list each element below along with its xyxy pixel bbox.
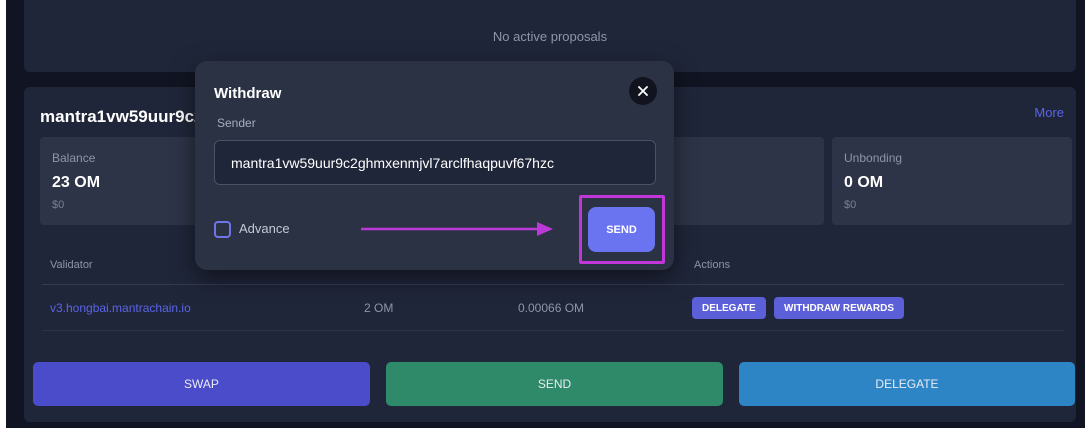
advance-label: Advance [239,221,290,236]
no-proposals-text: No active proposals [492,28,608,44]
sender-field[interactable]: mantra1vw59uur9c2ghmxenmjvl7arclfhaqpuvf… [214,140,656,185]
balance-label: Balance [52,151,96,165]
delegate-chip-button[interactable]: DELEGATE [692,297,766,319]
arrow-annotation-icon [361,222,553,236]
staked-card: 1 [664,137,824,225]
unbonding-card: Unbonding 0 OM $0 [832,137,1072,225]
sender-label: Sender [217,116,256,130]
withdraw-modal: Withdraw Sender mantra1vw59uur9c2ghmxenm… [195,61,674,270]
actions-column-header: Actions [694,259,731,271]
modal-send-button[interactable]: SEND [588,207,655,252]
close-icon[interactable] [629,77,657,105]
validator-column-header: Validator [50,259,93,271]
more-link[interactable]: More [1034,105,1064,120]
delegate-button[interactable]: DELEGATE [739,362,1075,406]
table-row-divider [42,330,1064,331]
account-address-title: mantra1vw59uur9c2 [40,107,204,126]
modal-title: Withdraw [214,85,282,102]
balance-value: 23 OM [52,174,101,191]
delegated-amount: 2 OM [364,301,394,315]
rewards-amount: 0.00066 OM [518,301,585,315]
balance-usd: $0 [52,199,65,211]
validator-link[interactable]: v3.hongbai.mantrachain.io [50,301,191,315]
swap-button[interactable]: SWAP [33,362,370,406]
send-button[interactable]: SEND [386,362,723,406]
unbonding-usd: $0 [844,199,857,211]
withdraw-rewards-button[interactable]: WITHDRAW REWARDS [774,297,904,319]
unbonding-value: 0 OM [844,174,884,191]
unbonding-label: Unbonding [844,151,903,165]
table-header-divider [42,284,1064,285]
close-x-glyph [638,86,648,96]
advance-checkbox[interactable] [214,221,231,238]
balance-card: Balance 23 OM $0 [40,137,200,225]
